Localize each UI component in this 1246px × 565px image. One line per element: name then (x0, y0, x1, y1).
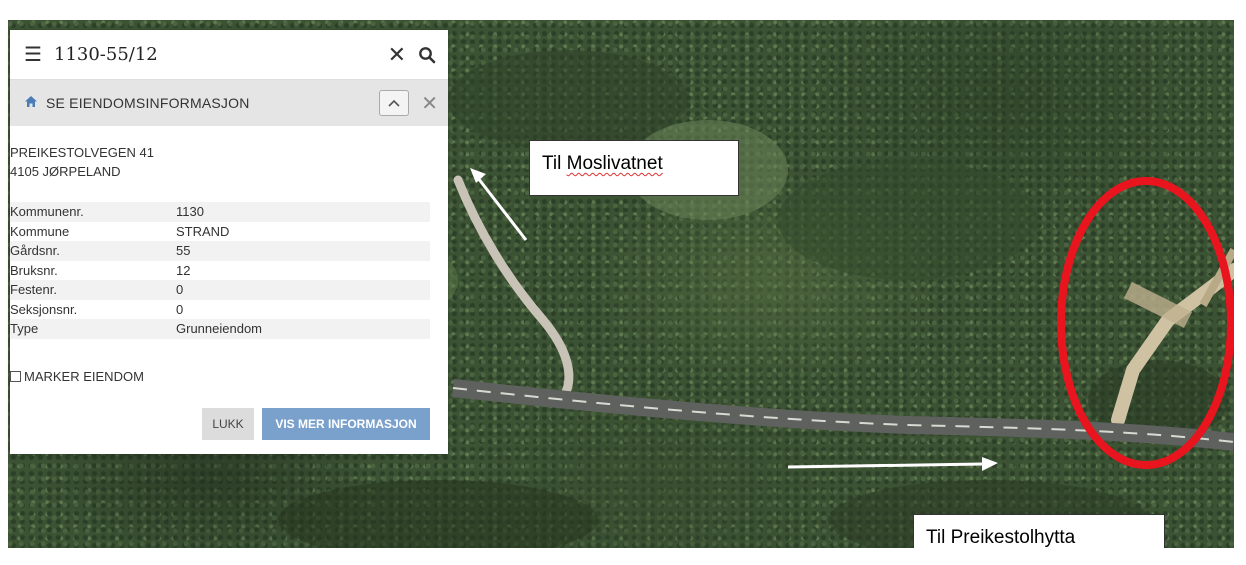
label-to-lake-prefix: Til (542, 153, 567, 174)
attribute-key: Seksjonsnr. (10, 301, 78, 317)
attribute-row: Kommunenr. 1130 (10, 202, 430, 222)
address-postal: 4105 JØRPELAND (10, 164, 121, 179)
attribute-row: Festenr. 0 (10, 280, 430, 300)
search-icon[interactable] (418, 46, 436, 64)
section-title: SE EIENDOMSINFORMASJON (46, 95, 250, 111)
attribute-value: STRAND (176, 223, 230, 239)
label-to-hut-text: Til Preikestolhytta (926, 527, 1076, 548)
attribute-value: 1130 (176, 204, 204, 220)
attribute-key: Festenr. (10, 282, 57, 298)
attribute-row: Gårdsnr. 55 (10, 241, 430, 261)
checkbox-box[interactable] (10, 371, 21, 382)
property-attributes-table: Kommunenr. 1130 Kommune STRAND Gårdsnr. 55 Bru… (10, 202, 430, 339)
hamburger-icon[interactable]: ☰ (24, 42, 48, 67)
chevron-up-icon (388, 99, 400, 107)
more-info-button[interactable]: VIS MER INFORMASJON (262, 408, 430, 440)
attribute-key: Kommune (10, 223, 70, 239)
attribute-row: Type Grunneiendom (10, 319, 430, 339)
home-icon (24, 95, 46, 111)
attribute-row: Bruksnr. 12 (10, 261, 430, 281)
attribute-value: 0 (176, 282, 184, 298)
section-header: SE EIENDOMSINFORMASJON ✕ (10, 80, 448, 126)
address-street: PREIKESTOLVEGEN 41 (10, 145, 155, 160)
property-info-panel: ☰ 1130-55/12 ✕ SE EIENDOMSINFORMASJON ✕ … (10, 30, 448, 454)
attribute-row: Kommune STRAND (10, 222, 430, 242)
mark-property-checkbox[interactable]: MARKER EIENDOM (10, 369, 144, 384)
label-to-lake-word: Moslivatnet (566, 153, 663, 174)
collapse-button[interactable] (379, 90, 410, 116)
attribute-value: 55 (176, 243, 191, 259)
attribute-key: Type (10, 321, 39, 337)
section-close-icon[interactable]: ✕ (421, 91, 438, 116)
address-block-text: PREIKESTOLVEGEN 41 4105 JØRPELAND (10, 143, 154, 181)
attribute-key: Bruksnr. (10, 262, 58, 278)
close-icon[interactable]: ✕ (388, 42, 406, 68)
attribute-value: 0 (176, 301, 184, 317)
attribute-row: Seksjonsnr. 0 (10, 300, 430, 320)
label-to-lake: Til Moslivatnet (529, 140, 739, 196)
gravel-road (453, 175, 574, 397)
label-to-hut: Til Preikestolhytta (913, 514, 1165, 548)
search-input[interactable]: 1130-55/12 (48, 44, 388, 65)
attribute-key: Gårdsnr. (10, 243, 60, 259)
mark-property-label: MARKER EIENDOM (24, 369, 144, 384)
arrow-to-hut (787, 457, 998, 471)
search-bar: ☰ 1130-55/12 ✕ (10, 30, 448, 80)
attribute-key: Kommunenr. (10, 204, 84, 220)
close-button[interactable]: LUKK (202, 408, 254, 440)
attribute-value: 12 (176, 262, 191, 278)
attribute-value: Grunneiendom (176, 321, 262, 337)
